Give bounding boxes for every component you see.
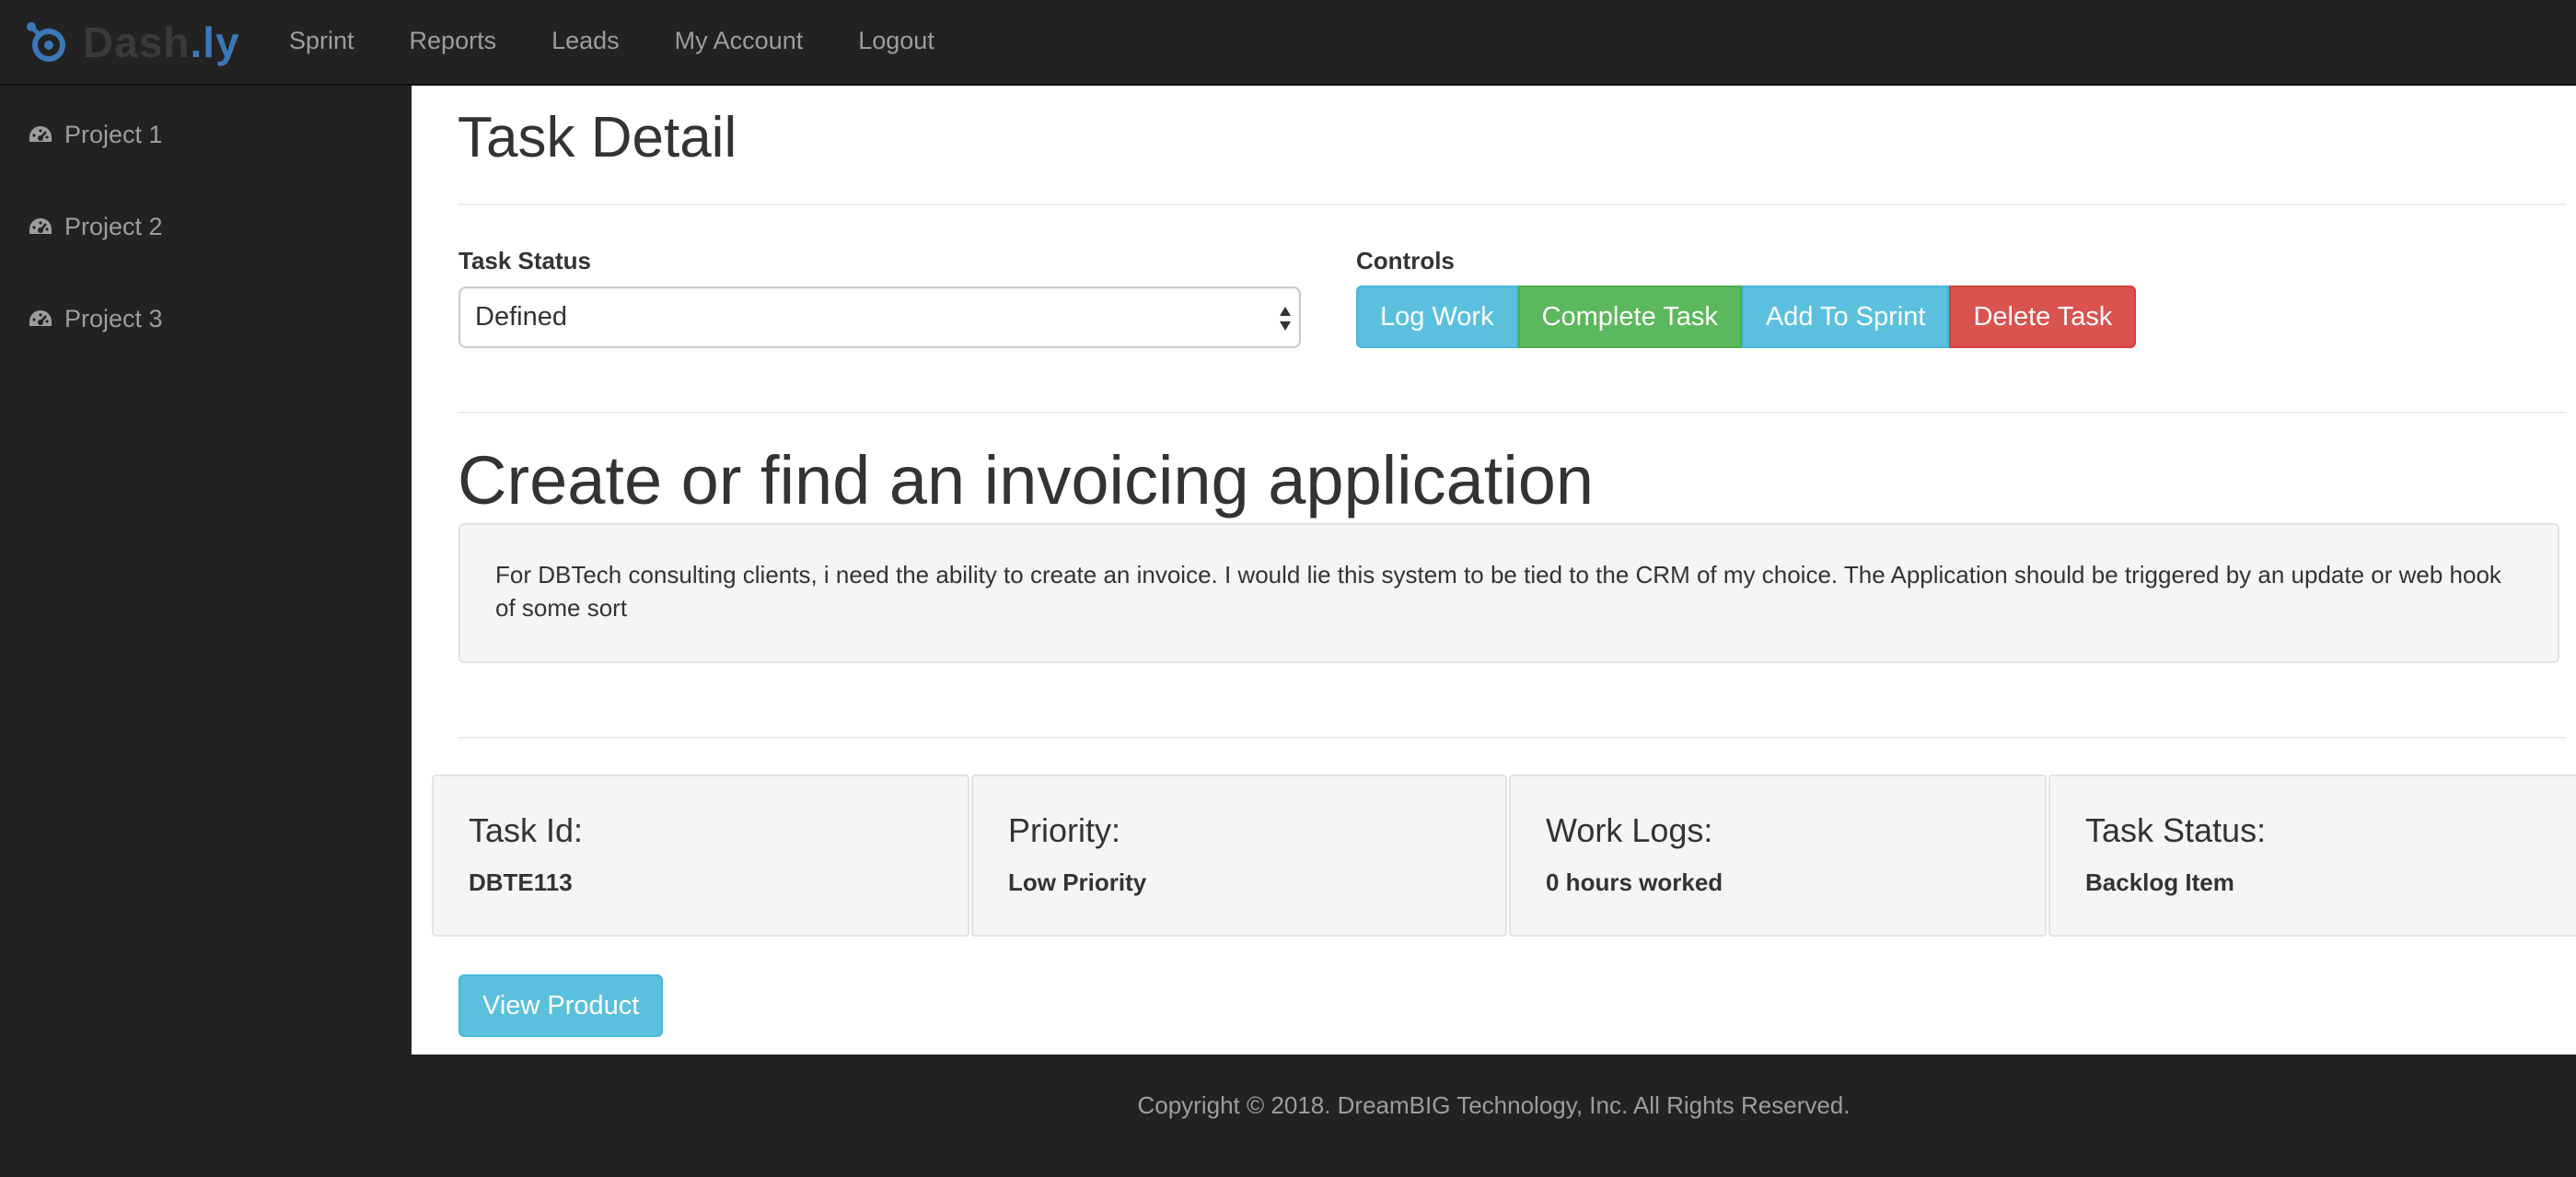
- nav-my-account[interactable]: My Account: [647, 27, 831, 55]
- page-title: Task Detail: [458, 106, 737, 169]
- complete-task-button[interactable]: Complete Task: [1517, 286, 1742, 348]
- task-description: For DBTech consulting clients, i need th…: [458, 523, 2559, 663]
- sidebar-item-label: Project 3: [64, 304, 163, 332]
- priority-panel: Priority: Low Priority: [971, 775, 1507, 937]
- add-to-sprint-button[interactable]: Add To Sprint: [1741, 286, 1950, 348]
- brand-name: Dash.ly: [83, 18, 240, 66]
- priority-title: Priority:: [1008, 811, 1121, 849]
- brand-logo[interactable]: Dash.ly: [24, 17, 240, 68]
- dashboard-icon: [29, 126, 52, 142]
- sidebar: Project 1 Project 2 Project 3: [0, 86, 412, 1055]
- nav-sprint[interactable]: Sprint: [261, 27, 382, 55]
- divider: [458, 204, 2566, 205]
- sidebar-item-label: Project 1: [64, 120, 163, 148]
- controls-label: Controls: [1356, 247, 1455, 274]
- task-status-selected-value: Defined: [475, 302, 567, 332]
- task-status-title: Task Status:: [2085, 811, 2267, 849]
- nav-reports[interactable]: Reports: [382, 27, 525, 55]
- work-logs-panel: Work Logs: 0 hours worked: [1509, 775, 2047, 937]
- task-id-title: Task Id:: [469, 811, 584, 849]
- delete-task-button[interactable]: Delete Task: [1949, 286, 2137, 348]
- dashly-logo-icon: [27, 22, 65, 62]
- dashboard-icon: [29, 310, 52, 326]
- sidebar-item-label: Project 2: [64, 212, 163, 240]
- task-status-value: Backlog Item: [2085, 868, 2234, 896]
- view-product-button[interactable]: View Product: [458, 974, 664, 1037]
- task-id-panel: Task Id: DBTE113: [432, 775, 969, 937]
- task-status-label: Task Status: [458, 247, 592, 274]
- log-work-button[interactable]: Log Work: [1356, 286, 1518, 348]
- footer-copyright: Copyright © 2018. DreamBIG Technology, I…: [1137, 1091, 1851, 1119]
- divider: [458, 737, 2566, 739]
- task-status-select[interactable]: Defined: [458, 286, 1301, 348]
- main-content: Task Detail Task Status Defined Controls…: [412, 86, 2576, 1055]
- nav-leads[interactable]: Leads: [524, 27, 647, 55]
- nav-links: Sprint Reports Leads My Account Logout: [261, 0, 962, 81]
- task-name: Create or find an invoicing application: [458, 442, 1595, 519]
- select-arrows-icon: [1280, 307, 1291, 331]
- top-navbar: Dash.ly Sprint Reports Leads My Account …: [0, 0, 2576, 86]
- priority-value: Low Priority: [1008, 868, 1147, 896]
- footer: Copyright © 2018. DreamBIG Technology, I…: [412, 1055, 2576, 1177]
- work-logs-value: 0 hours worked: [1546, 868, 1723, 896]
- sidebar-item-project-1[interactable]: Project 1: [28, 107, 163, 162]
- work-logs-title: Work Logs:: [1546, 811, 1713, 849]
- divider: [458, 412, 2566, 414]
- sidebar-item-project-2[interactable]: Project 2: [28, 199, 163, 254]
- task-status-panel: Task Status: Backlog Item: [2048, 775, 2576, 937]
- nav-logout[interactable]: Logout: [830, 27, 962, 55]
- sidebar-item-project-3[interactable]: Project 3: [28, 291, 163, 346]
- controls-button-group: Log Work Complete Task Add To Sprint Del…: [1356, 286, 2137, 348]
- task-id-value: DBTE113: [469, 868, 573, 896]
- dashboard-icon: [29, 218, 52, 234]
